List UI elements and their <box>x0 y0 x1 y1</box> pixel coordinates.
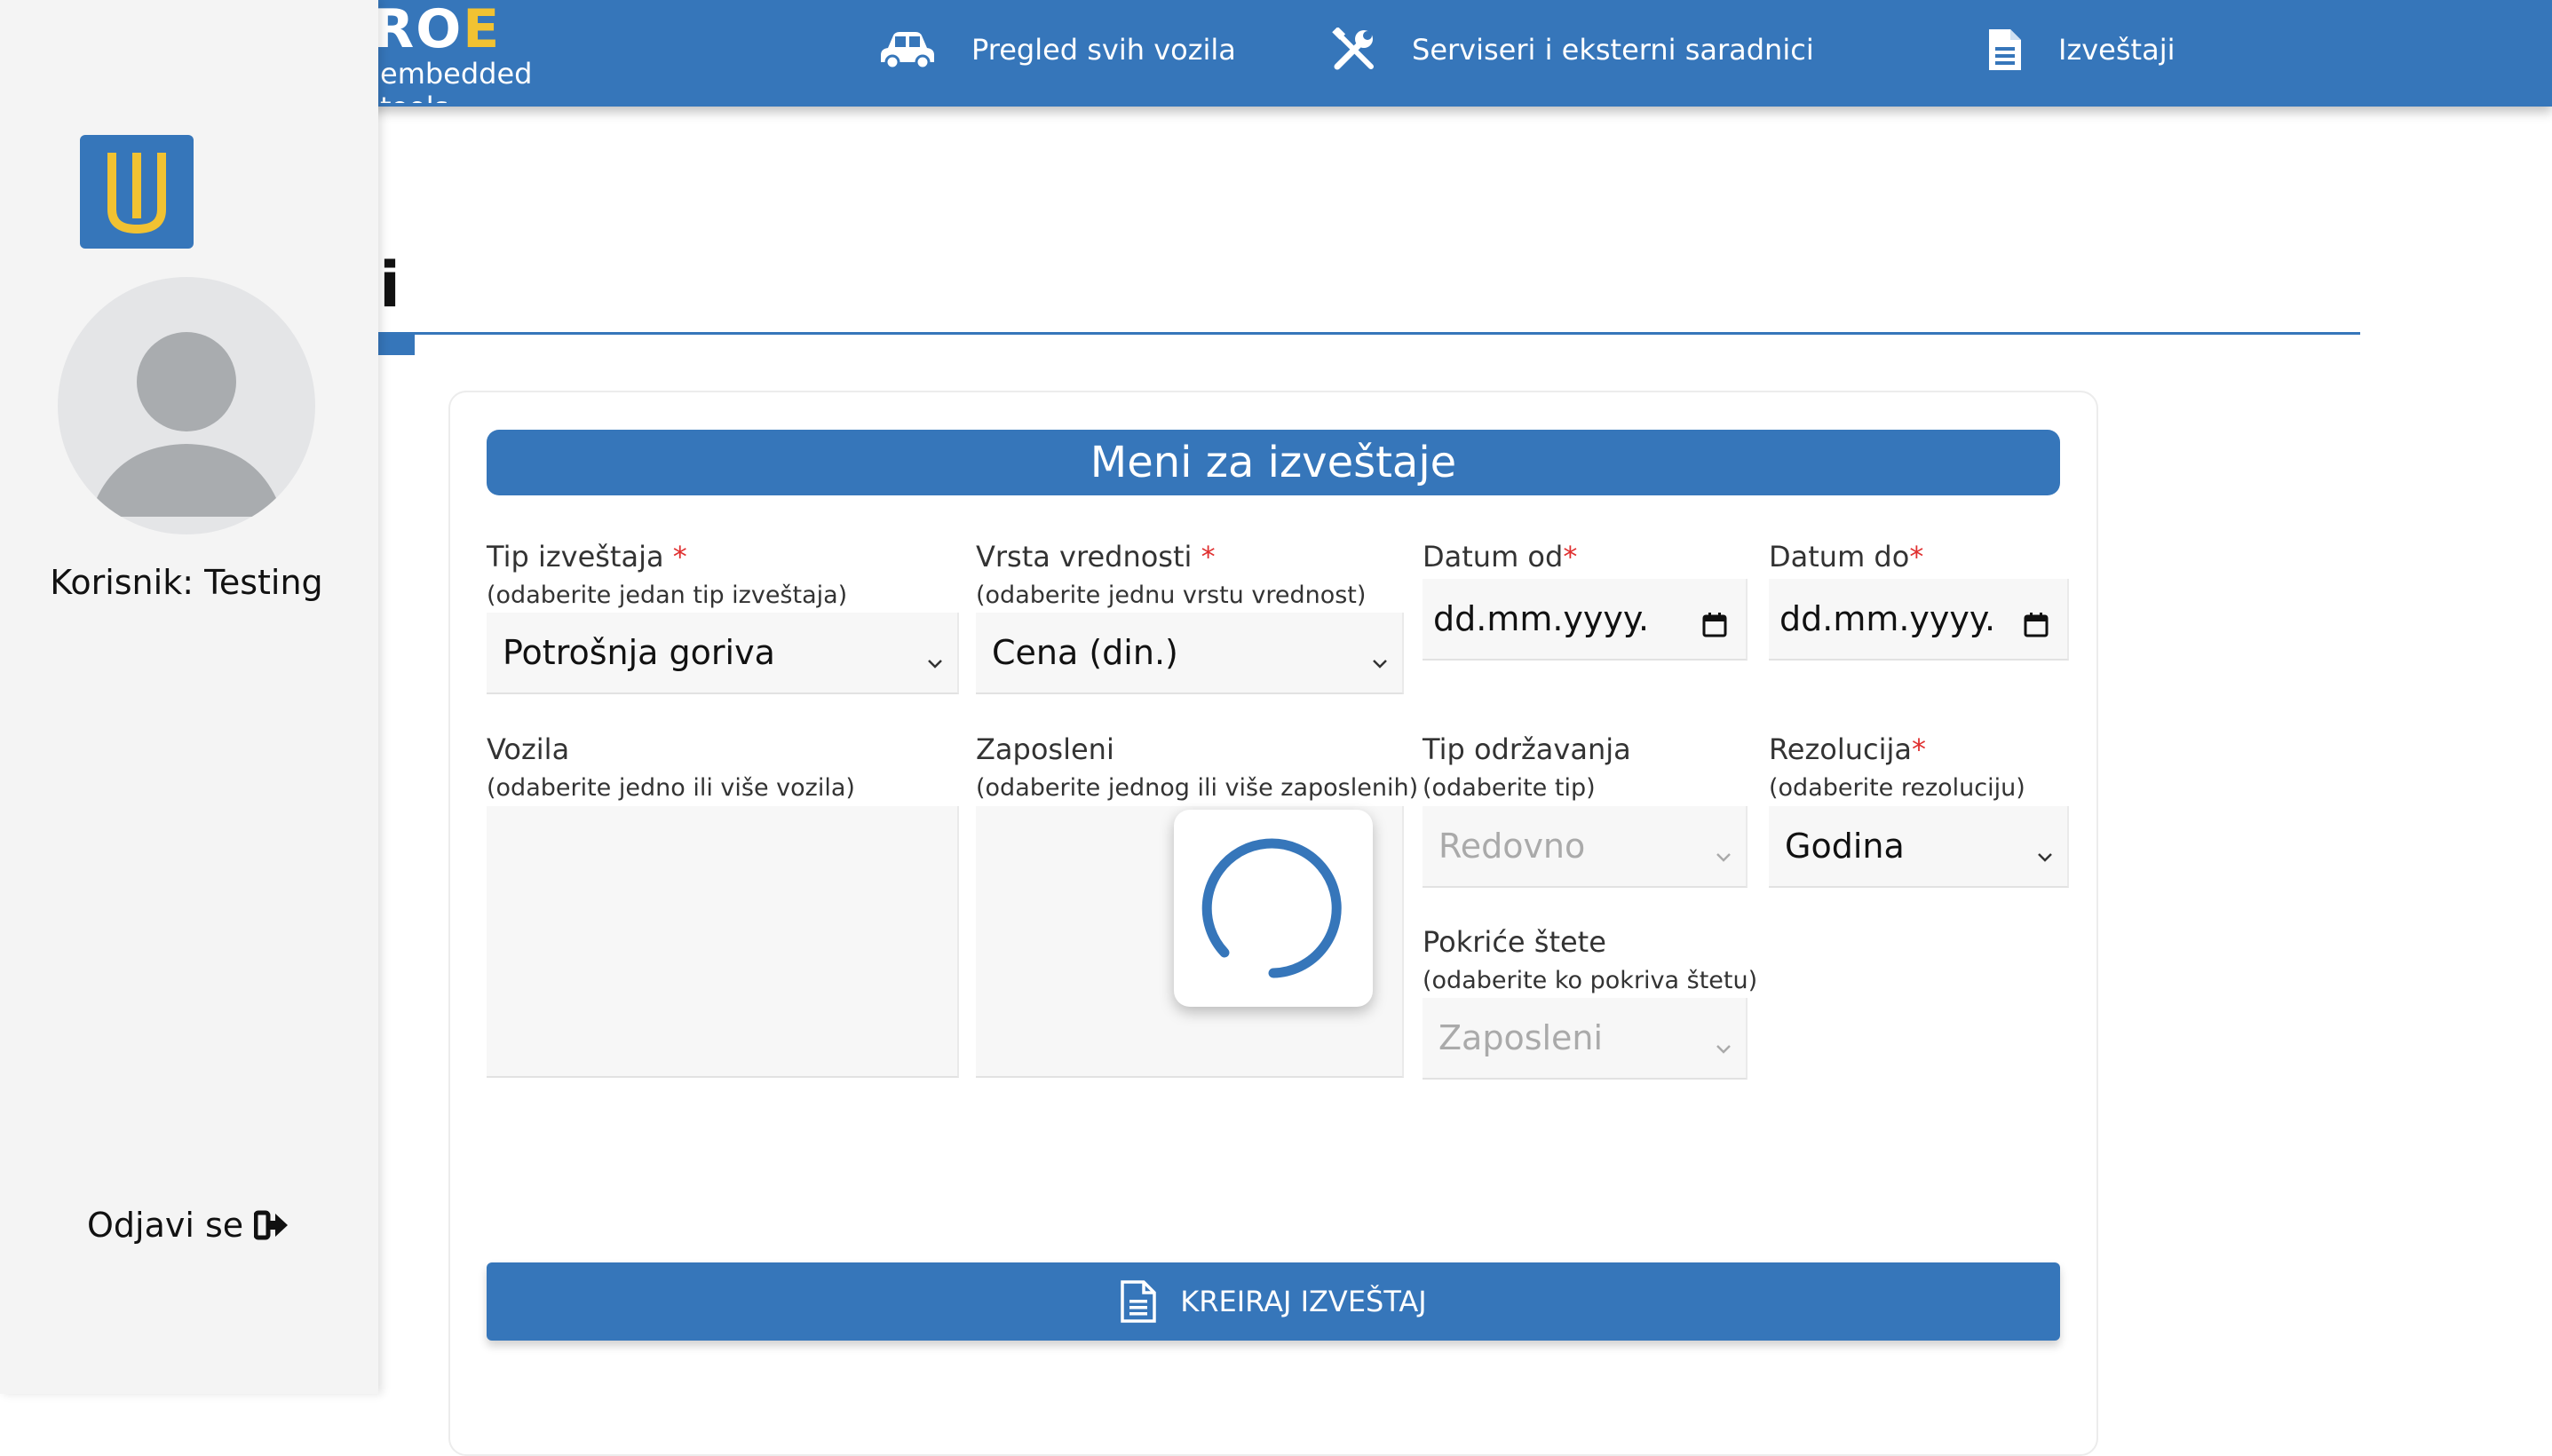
form-title: Meni za izveštaje <box>487 430 2060 495</box>
vehicles-multiselect[interactable] <box>487 806 959 1078</box>
employees-label: Zaposleni <box>976 732 1114 766</box>
damage-coverage-value: Zaposleni <box>1438 1018 1604 1057</box>
maintenance-type-label: Tip održavanja <box>1423 732 1631 766</box>
date-to-placeholder: dd.mm.yyyy. <box>1779 599 1996 638</box>
loading-spinner <box>1174 810 1373 1007</box>
maintenance-type-value: Redovno <box>1438 827 1586 866</box>
employees-hint: (odaberite jednog ili više zaposlenih) <box>976 774 1419 802</box>
nav-vehicles-label: Pregled svih vozila <box>971 33 1236 67</box>
tools-icon <box>1332 28 1376 72</box>
calendar-icon[interactable] <box>2023 607 2049 646</box>
app-icon[interactable] <box>80 135 194 249</box>
chevron-down-icon <box>1370 643 1390 682</box>
chevron-down-icon <box>1714 836 1733 875</box>
vehicles-label: Vozila <box>487 732 570 766</box>
chevron-down-icon <box>925 643 945 682</box>
report-type-hint: (odaberite jedan tip izveštaja) <box>487 582 848 609</box>
user-label: Korisnik: Testing <box>50 563 323 602</box>
logo-text-accent: E <box>463 4 502 60</box>
damage-coverage-hint: (odaberite ko pokriva štetu) <box>1423 967 1758 994</box>
logout-button[interactable]: Odjavi se <box>87 1206 289 1245</box>
create-report-label: KREIRAJ IZVEŠTAJ <box>1180 1285 1427 1318</box>
sidebar: Korisnik: Testing Odjavi se <box>0 0 378 1394</box>
car-icon <box>879 30 936 69</box>
avatar <box>58 277 315 534</box>
logout-label: Odjavi se <box>87 1206 244 1245</box>
nav-service-partners[interactable]: Serviseri i eksterni saradnici <box>1332 0 1814 99</box>
report-type-select[interactable]: Potrošnja goriva <box>487 613 959 694</box>
date-from-label: Datum od* <box>1423 540 1578 574</box>
damage-coverage-label: Pokriće štete <box>1423 925 1606 959</box>
nav-service-label: Serviseri i eksterni saradnici <box>1412 33 1814 67</box>
maintenance-type-select[interactable]: Redovno <box>1423 806 1748 888</box>
logo-subtitle: embedded tools <box>380 57 533 103</box>
logo-text: RO <box>373 4 464 60</box>
report-type-label: Tip izveštaja * <box>487 540 687 574</box>
value-type-value: Cena (din.) <box>992 633 1178 672</box>
date-from-placeholder: dd.mm.yyyy. <box>1433 599 1650 638</box>
sign-out-icon <box>254 1210 289 1240</box>
document-icon <box>1987 28 2023 72</box>
top-navbar: ROE embedded tools Pregled svih vozila S… <box>0 0 2552 107</box>
create-report-button[interactable]: KREIRAJ IZVEŠTAJ <box>487 1262 2060 1341</box>
report-type-value: Potrošnja goriva <box>503 633 775 672</box>
date-from-input[interactable]: dd.mm.yyyy. <box>1423 579 1748 661</box>
damage-coverage-select[interactable]: Zaposleni <box>1423 998 1748 1080</box>
date-to-input[interactable]: dd.mm.yyyy. <box>1769 579 2069 661</box>
resolution-label: Rezolucija* <box>1769 732 1927 766</box>
nav-reports-label: Izveštaji <box>2058 33 2176 67</box>
nav-reports[interactable]: Izveštaji <box>1987 0 2175 99</box>
resolution-value: Godina <box>1785 827 1905 866</box>
chevron-down-icon <box>1714 1028 1733 1067</box>
resolution-select[interactable]: Godina <box>1769 806 2069 888</box>
nav-vehicles[interactable]: Pregled svih vozila <box>879 0 1236 99</box>
value-type-label: Vrsta vrednosti * <box>976 540 1216 574</box>
value-type-select[interactable]: Cena (din.) <box>976 613 1404 694</box>
title-divider <box>358 332 2360 335</box>
maintenance-type-hint: (odaberite tip) <box>1423 774 1596 802</box>
resolution-hint: (odaberite rezoluciju) <box>1769 774 2025 802</box>
date-to-label: Datum do* <box>1769 540 1924 574</box>
company-logo[interactable]: ROE embedded tools <box>373 4 586 103</box>
chevron-down-icon <box>2035 836 2055 875</box>
value-type-hint: (odaberite jednu vrstu vrednost) <box>976 582 1367 609</box>
calendar-icon[interactable] <box>1701 607 1728 646</box>
vehicles-hint: (odaberite jedno ili više vozila) <box>487 774 855 802</box>
document-icon <box>1120 1279 1157 1324</box>
